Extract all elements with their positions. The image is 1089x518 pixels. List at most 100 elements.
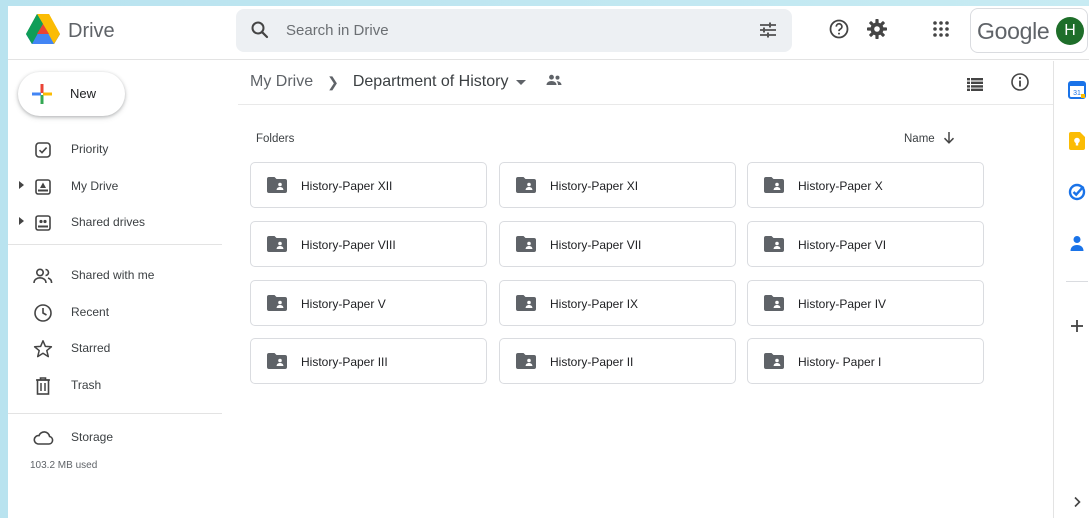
add-icon[interactable] bbox=[1068, 317, 1086, 335]
folder-tile[interactable]: History-Paper VII bbox=[499, 221, 736, 267]
my-drive-icon bbox=[32, 176, 54, 198]
folder-tile[interactable]: History- Paper I bbox=[747, 338, 984, 384]
toolbar-divider bbox=[238, 104, 1053, 105]
folder-name: History-Paper IX bbox=[550, 297, 639, 311]
folder-name: History-Paper II bbox=[550, 355, 634, 369]
main-content: My Drive ❯ Department of History Folders… bbox=[238, 61, 1053, 518]
drive-logo[interactable]: Drive bbox=[26, 14, 115, 49]
list-view-icon[interactable] bbox=[967, 78, 983, 96]
folder-tile[interactable]: History-Paper VIII bbox=[250, 221, 487, 267]
breadcrumb-current[interactable]: Department of History bbox=[353, 73, 509, 91]
folder-tile[interactable]: History-Paper IV bbox=[747, 280, 984, 326]
sidebar-item-priority[interactable]: Priority bbox=[8, 134, 230, 164]
shared-folder-icon bbox=[516, 353, 536, 374]
folder-tile[interactable]: History-Paper V bbox=[250, 280, 487, 326]
side-panel-divider bbox=[1066, 281, 1088, 282]
folders-section-label: Folders bbox=[256, 133, 295, 145]
sidebar-item-label: Shared with me bbox=[71, 268, 155, 282]
tune-icon[interactable] bbox=[758, 21, 778, 44]
clock-icon bbox=[32, 302, 54, 324]
sidebar-item-storage[interactable]: Storage bbox=[8, 422, 230, 452]
shared-folder-icon bbox=[267, 177, 287, 198]
shared-folder-icon bbox=[267, 353, 287, 374]
sidebar-item-label: Starred bbox=[71, 341, 111, 355]
sort-label: Name bbox=[904, 133, 935, 145]
shared-folder-icon bbox=[764, 236, 784, 257]
folder-tile[interactable]: History-Paper III bbox=[250, 338, 487, 384]
calendar-icon[interactable]: 31 bbox=[1068, 81, 1086, 99]
google-wordmark: Google bbox=[977, 18, 1050, 44]
search-input[interactable] bbox=[286, 17, 726, 43]
new-button-label: New bbox=[70, 86, 97, 101]
sidebar-item-label: My Drive bbox=[71, 179, 119, 193]
sidebar-item-shared-drives[interactable]: Shared drives bbox=[8, 207, 230, 237]
folder-tile[interactable]: History-Paper X bbox=[747, 162, 984, 208]
people-icon bbox=[32, 265, 54, 287]
shared-folder-icon bbox=[764, 353, 784, 374]
shared-folder-icon bbox=[546, 73, 562, 91]
keep-icon[interactable] bbox=[1068, 132, 1086, 150]
account-switcher[interactable]: Google H bbox=[970, 8, 1088, 53]
sidebar-divider bbox=[8, 244, 222, 245]
help-icon[interactable] bbox=[828, 18, 850, 40]
shared-folder-icon bbox=[516, 236, 536, 257]
folder-name: History-Paper X bbox=[798, 179, 883, 193]
expand-arrow-icon[interactable] bbox=[19, 181, 24, 189]
shared-folder-icon bbox=[764, 177, 784, 198]
avatar[interactable]: H bbox=[1056, 17, 1084, 45]
sidebar: New Priority My Drive Shared drives Shar… bbox=[8, 61, 230, 518]
shared-folder-icon bbox=[516, 177, 536, 198]
tasks-icon[interactable] bbox=[1068, 183, 1086, 201]
folder-tile[interactable]: History-Paper VI bbox=[747, 221, 984, 267]
shared-folder-icon bbox=[267, 236, 287, 257]
sidebar-item-my-drive[interactable]: My Drive bbox=[8, 171, 230, 201]
drive-window: Drive Search in Drive Google H New Prior… bbox=[8, 6, 1089, 518]
side-panel: 31 bbox=[1053, 61, 1089, 518]
folder-tile[interactable]: History-Paper XI bbox=[499, 162, 736, 208]
sidebar-item-label: Recent bbox=[71, 305, 110, 319]
shared-folder-icon bbox=[267, 295, 287, 316]
new-button[interactable]: New bbox=[18, 72, 125, 116]
contacts-icon[interactable] bbox=[1068, 234, 1086, 252]
sidebar-item-label: Storage bbox=[71, 430, 114, 444]
sidebar-item-shared-with-me[interactable]: Shared with me bbox=[8, 260, 230, 290]
expand-arrow-icon[interactable] bbox=[19, 217, 24, 225]
star-icon bbox=[32, 338, 54, 360]
folder-tile[interactable]: History-Paper IX bbox=[499, 280, 736, 326]
arrow-down-icon[interactable] bbox=[943, 131, 955, 147]
folder-name: History-Paper III bbox=[301, 355, 388, 369]
sidebar-item-trash[interactable]: Trash bbox=[8, 370, 230, 400]
chevron-down-icon[interactable] bbox=[516, 79, 527, 85]
cloud-icon bbox=[32, 427, 54, 449]
folder-name: History-Paper VII bbox=[550, 238, 642, 252]
trash-icon bbox=[32, 375, 54, 397]
top-header: Drive Search in Drive Google H bbox=[8, 6, 1089, 60]
apps-grid-icon[interactable] bbox=[930, 18, 952, 40]
folder-name: History-Paper IV bbox=[798, 297, 887, 311]
folder-name: History-Paper VIII bbox=[301, 238, 396, 252]
shared-drives-icon bbox=[32, 212, 54, 234]
shared-folder-icon bbox=[516, 295, 536, 316]
shared-folder-icon bbox=[764, 295, 784, 316]
breadcrumb-chevron-icon: ❯ bbox=[327, 73, 339, 90]
folder-name: History- Paper I bbox=[798, 355, 882, 369]
search-bar[interactable] bbox=[236, 9, 792, 52]
breadcrumb-root[interactable]: My Drive bbox=[250, 73, 313, 91]
chevron-right-icon[interactable] bbox=[1068, 493, 1086, 511]
priority-check-icon bbox=[32, 139, 54, 161]
sidebar-item-label: Priority bbox=[71, 142, 109, 156]
breadcrumb: My Drive ❯ Department of History bbox=[250, 73, 562, 91]
folder-tile[interactable]: History-Paper II bbox=[499, 338, 736, 384]
drive-logo-icon bbox=[26, 14, 60, 49]
folder-tile[interactable]: History-Paper XII bbox=[250, 162, 487, 208]
folder-name: History-Paper XII bbox=[301, 179, 393, 193]
gear-icon[interactable] bbox=[866, 18, 888, 40]
search-icon[interactable] bbox=[250, 20, 270, 45]
sidebar-item-recent[interactable]: Recent bbox=[8, 297, 230, 327]
info-icon[interactable] bbox=[1010, 72, 1030, 97]
sidebar-item-label: Shared drives bbox=[71, 215, 146, 229]
calendar-day: 31 bbox=[1073, 90, 1081, 97]
sort-by-name[interactable]: Name bbox=[904, 131, 955, 147]
sidebar-divider bbox=[8, 413, 222, 414]
sidebar-item-starred[interactable]: Starred bbox=[8, 333, 230, 363]
